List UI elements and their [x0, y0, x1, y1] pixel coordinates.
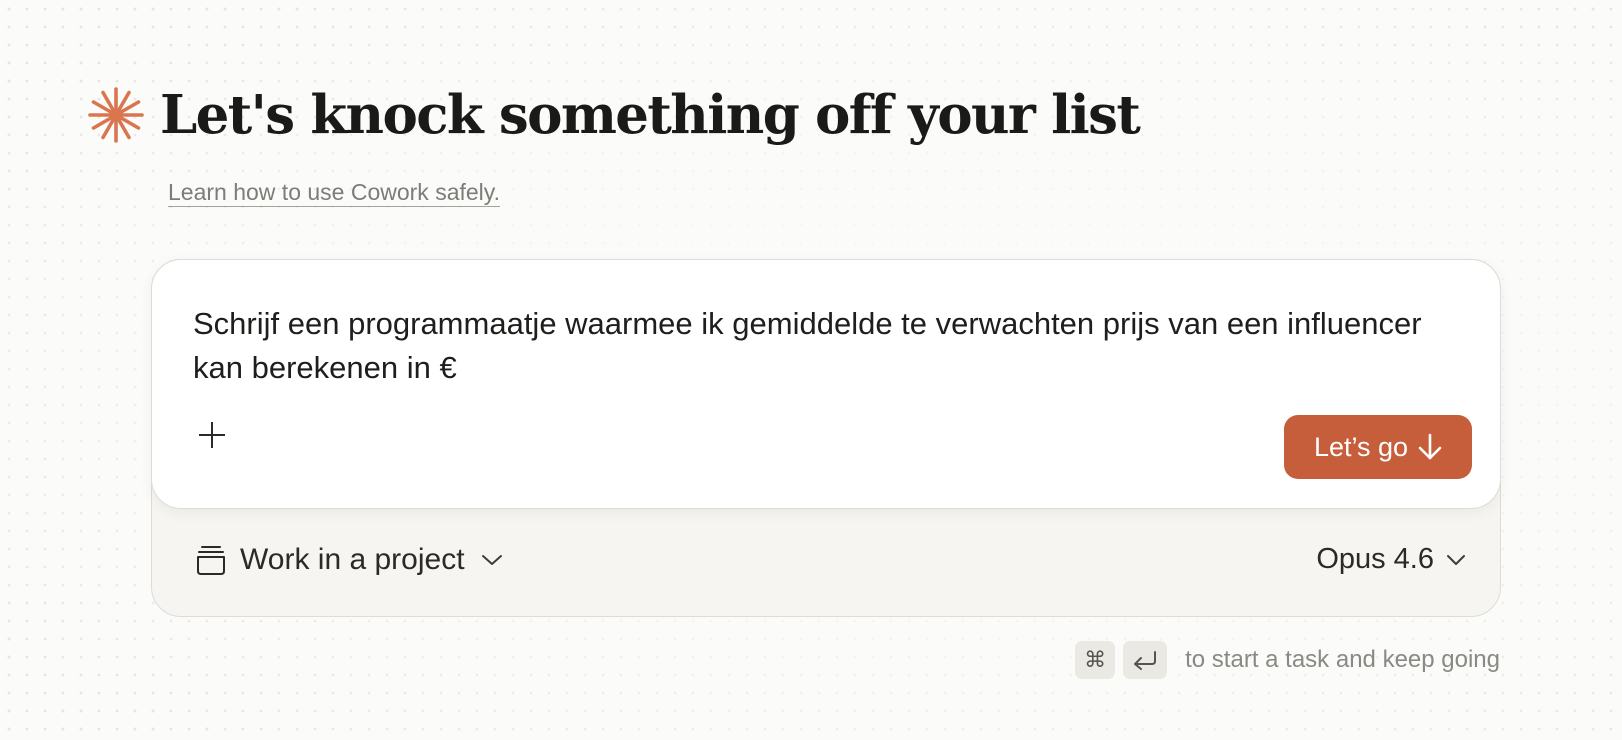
project-picker[interactable]: Work in a project	[196, 543, 503, 577]
page-title: Let's knock something off your list	[160, 84, 1141, 146]
return-key	[1123, 641, 1168, 679]
command-key: ⌘	[1075, 641, 1116, 679]
chevron-down-icon	[1447, 554, 1465, 565]
sparkle-asterisk-icon	[88, 87, 144, 143]
project-label: Work in a project	[240, 543, 465, 576]
return-key-icon	[1134, 651, 1157, 670]
prompt-composer: Schrijf een programmaatje waarmee ik gem…	[151, 259, 1501, 509]
chevron-down-icon	[481, 555, 502, 565]
model-label: Opus 4.6	[1316, 543, 1434, 575]
keyboard-hint: ⌘ to start a task and keep going	[1075, 641, 1500, 679]
lets-go-button[interactable]: Let’s go	[1284, 415, 1472, 479]
add-attachment-button[interactable]	[192, 415, 232, 455]
header: Let's knock something off your list	[86, 84, 1141, 146]
arrow-down-icon	[1418, 433, 1442, 460]
plus-icon	[199, 422, 225, 448]
lets-go-label: Let’s go	[1313, 431, 1409, 462]
hint-text: to start a task and keep going	[1185, 646, 1500, 673]
composer-panel: Schrijf een programmaatje waarmee ik gem…	[151, 259, 1501, 617]
prompt-input[interactable]: Schrijf een programmaatje waarmee ik gem…	[193, 302, 1443, 390]
stack-box-icon	[197, 546, 225, 575]
model-picker[interactable]: Opus 4.6	[1316, 543, 1466, 576]
safety-guide-link[interactable]: Learn how to use Cowork safely.	[168, 178, 500, 207]
